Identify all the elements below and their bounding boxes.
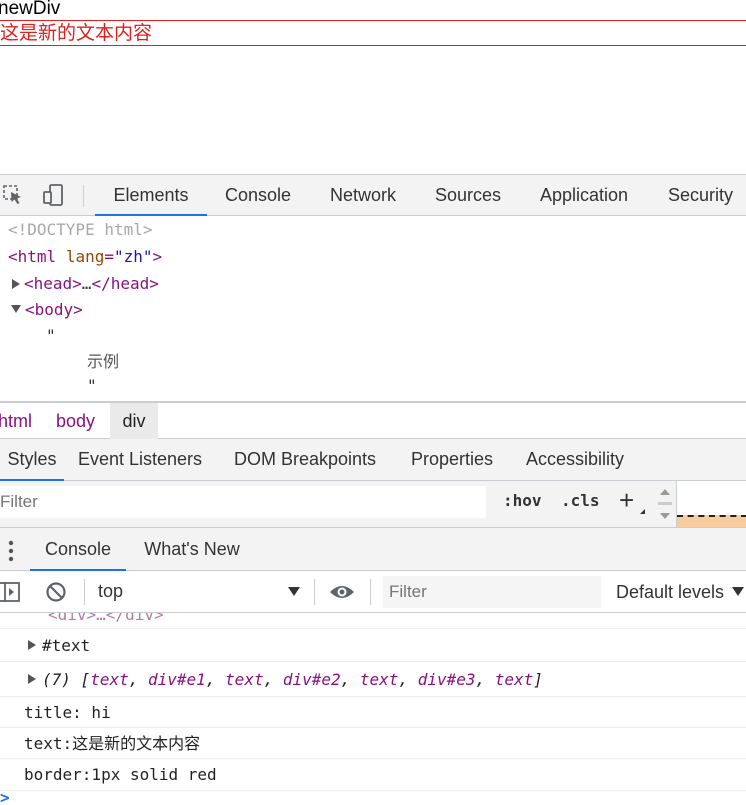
log-levels-select[interactable]: Default levels (616, 582, 724, 603)
tab-elements[interactable]: Elements (95, 175, 207, 216)
box-model-preview (676, 481, 746, 527)
levels-dropdown-icon[interactable] (732, 587, 744, 596)
tab-styles[interactable]: Styles (0, 439, 64, 481)
page-line-newdiv: newDiv (0, 0, 61, 19)
array-item: div#e3 (417, 670, 476, 689)
array-separator: , (205, 670, 226, 689)
console-filter-input[interactable] (383, 576, 601, 608)
array-item: text (359, 670, 399, 689)
array-separator: , (128, 670, 148, 689)
devtools-main-toolbar: Elements Console Network Sources Applica… (0, 174, 746, 216)
drawer-tabbar: Console What's New (0, 527, 746, 571)
console-row-cut: <div>…</div> (0, 613, 746, 629)
console-row-text-node[interactable]: #text (0, 629, 746, 662)
expand-triangle-icon[interactable] (12, 279, 20, 289)
tab-security[interactable]: Security (656, 175, 746, 215)
array-separator: , (340, 670, 360, 689)
dom-text-quote-close: " (87, 376, 97, 395)
show-sidebar-icon[interactable] (0, 581, 22, 603)
array-item: div#e1 (147, 670, 206, 689)
styles-filter-input[interactable] (0, 486, 486, 518)
array-items: text, div#e1, text, div#e2, text, div#e3… (90, 670, 533, 689)
tab-event-listeners[interactable]: Event Listeners (70, 439, 210, 480)
styles-tabbar: Styles Event Listeners DOM Breakpoints P… (0, 439, 746, 481)
styles-filter-row: :hov .cls + (0, 481, 746, 527)
console-messages: <div>…</div> #text (7) [text, div#e1, te… (0, 613, 746, 805)
console-log-title: title: hi (0, 697, 746, 728)
cls-button[interactable]: .cls (561, 491, 600, 510)
more-vertical-icon[interactable] (8, 540, 14, 562)
tab-accessibility[interactable]: Accessibility (514, 439, 636, 480)
console-log-border: border:1px solid red (0, 759, 746, 791)
array-item: text (494, 670, 534, 689)
array-separator: , (398, 670, 418, 689)
drawer-tab-whats-new[interactable]: What's New (136, 528, 248, 570)
breadcrumb-div[interactable]: div (110, 403, 158, 439)
corner-triangle-icon (640, 509, 645, 514)
array-item: div#e2 (282, 670, 341, 689)
tab-console[interactable]: Console (212, 175, 304, 215)
array-item: text (225, 670, 264, 689)
device-toolbar-icon[interactable] (42, 183, 66, 207)
collapse-triangle-icon[interactable] (11, 305, 21, 313)
page-line-red-div: 这是新的文本内容 (0, 20, 746, 46)
dom-tree: <!DOCTYPE html> <html lang="zh"> <head>…… (0, 217, 746, 401)
console-prompt[interactable]: > (0, 790, 10, 805)
clear-console-icon[interactable] (45, 581, 67, 603)
breadcrumb: html body div (0, 401, 746, 439)
dom-body-node[interactable]: <body> (11, 297, 83, 323)
dom-text-node[interactable]: 示例 (87, 349, 119, 375)
dom-text-quote-open: " (46, 326, 56, 345)
context-dropdown-icon[interactable] (288, 587, 300, 596)
live-expression-eye-icon[interactable] (328, 582, 356, 602)
array-separator: , (263, 670, 283, 689)
tab-application[interactable]: Application (526, 175, 642, 215)
console-row-array[interactable]: (7) [text, div#e1, text, div#e2, text, d… (0, 663, 746, 697)
array-separator: , (475, 670, 495, 689)
tab-properties[interactable]: Properties (400, 439, 504, 480)
add-rule-icon[interactable]: + (619, 485, 634, 516)
console-log-text: text:这是新的文本内容 (0, 728, 746, 759)
tab-sources[interactable]: Sources (424, 175, 512, 215)
inspect-element-icon[interactable] (2, 184, 24, 206)
tab-dom-breakpoints[interactable]: DOM Breakpoints (222, 439, 388, 480)
tab-network[interactable]: Network (316, 175, 410, 215)
scrollbar-arrows-icon[interactable] (656, 485, 674, 523)
array-item: text (90, 670, 129, 689)
dom-head-node[interactable]: <head>…</head> (12, 271, 159, 297)
breadcrumb-body[interactable]: body (56, 403, 95, 439)
dom-html-node[interactable]: <html lang="zh"> (8, 244, 162, 270)
expand-triangle-icon[interactable] (28, 640, 36, 650)
expand-triangle-icon[interactable] (28, 674, 36, 684)
breadcrumb-html[interactable]: html (0, 403, 32, 439)
hov-button[interactable]: :hov (503, 491, 542, 510)
dom-doctype[interactable]: <!DOCTYPE html> (8, 217, 153, 243)
drawer-tab-console[interactable]: Console (30, 528, 126, 571)
context-select[interactable]: top (98, 581, 123, 602)
console-toolbar: top Default levels (0, 571, 746, 613)
